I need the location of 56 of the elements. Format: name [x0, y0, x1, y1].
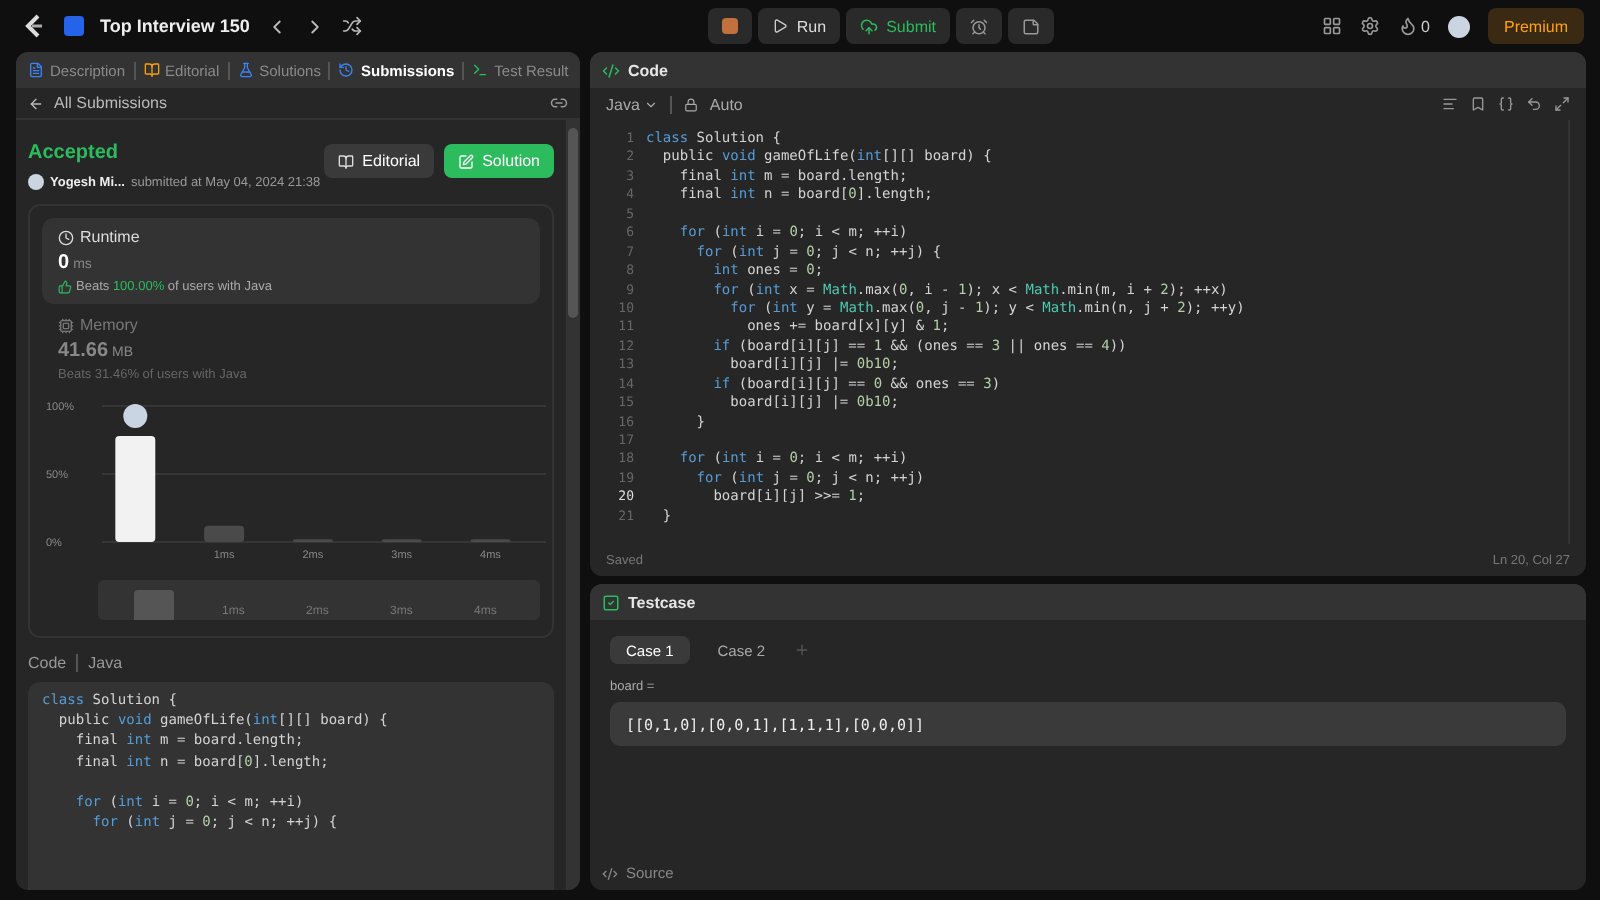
chart-bar: [115, 435, 156, 542]
debug-button[interactable]: [708, 8, 753, 44]
panel-title: Testcase: [628, 593, 696, 611]
lock-icon: [683, 97, 698, 111]
editorial-button[interactable]: Editorial: [324, 144, 435, 178]
avatar-icon: [28, 174, 44, 190]
language-label: Java: [88, 654, 123, 672]
clock-icon: [58, 229, 74, 245]
back-arrow-icon[interactable]: [28, 95, 44, 111]
grid-icon[interactable]: [1321, 16, 1342, 36]
avatar-marker-icon: [123, 403, 148, 428]
history-icon: [338, 62, 355, 78]
avatar-icon[interactable]: [1447, 15, 1470, 37]
play-icon: [772, 18, 789, 34]
timer-button[interactable]: [955, 8, 1002, 44]
chevron-down-icon: [643, 97, 658, 111]
settings-icon[interactable]: [1359, 16, 1380, 36]
scrollbar[interactable]: [566, 120, 580, 890]
submit-button[interactable]: Submit: [846, 8, 950, 44]
edit-icon: [458, 153, 475, 169]
note-icon: [1021, 17, 1040, 35]
check-square-icon: [602, 593, 620, 611]
shuffle-icon[interactable]: [341, 16, 362, 36]
problem-list-title[interactable]: Top Interview 150: [100, 16, 250, 36]
memory-title: Memory: [80, 316, 138, 334]
code-label: Code: [28, 654, 67, 672]
flame-icon[interactable]: [1397, 16, 1418, 36]
language-selector[interactable]: Java: [606, 95, 658, 113]
premium-button[interactable]: Premium: [1487, 8, 1584, 44]
flask-icon: [237, 62, 254, 78]
run-button[interactable]: Run: [758, 8, 841, 44]
chart-bar: [204, 525, 245, 542]
braces-icon[interactable]: [1498, 96, 1514, 112]
panel-title: Code: [628, 61, 668, 79]
chip-icon: [58, 317, 74, 333]
logo-icon[interactable]: [20, 12, 48, 40]
book-icon: [143, 62, 160, 78]
terminal-icon: [472, 62, 489, 78]
bookmark-icon[interactable]: [1470, 96, 1486, 112]
notes-button[interactable]: [1007, 8, 1054, 44]
all-submissions-link[interactable]: All Submissions: [54, 94, 167, 112]
expand-icon[interactable]: [1554, 96, 1570, 112]
cloud-upload-icon: [860, 17, 879, 35]
code-icon: [602, 865, 618, 881]
status-text: Accepted: [28, 142, 119, 164]
book-icon: [338, 153, 355, 169]
format-icon[interactable]: [1442, 96, 1458, 112]
code-icon: [602, 61, 620, 79]
alarm-clock-icon: [969, 17, 988, 35]
link-icon[interactable]: [550, 94, 568, 112]
mode-label: Auto: [709, 95, 743, 113]
streak-count: 0: [1421, 17, 1430, 35]
document-icon: [28, 62, 44, 78]
runtime-title: Runtime: [80, 228, 140, 246]
undo-icon[interactable]: [1526, 96, 1542, 112]
thumbs-up-icon: [58, 280, 72, 294]
